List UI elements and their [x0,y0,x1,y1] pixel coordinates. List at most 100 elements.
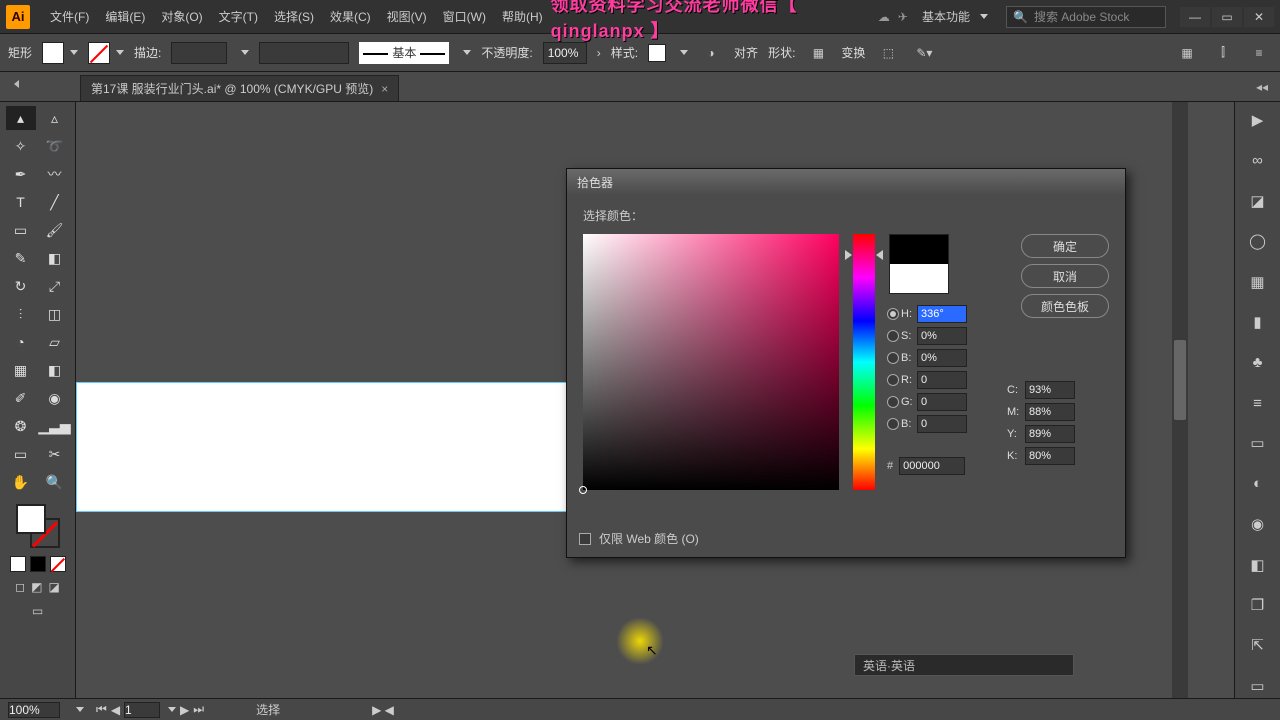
rotate-tool[interactable]: ↻ [6,274,36,298]
draw-behind-icon[interactable]: ◩ [31,580,42,594]
color-swatches-button[interactable]: 颜色色板 [1021,294,1109,318]
menu-type[interactable]: 文字(T) [211,8,266,25]
slice-tool[interactable]: ✂ [40,442,70,466]
layers-panel-icon[interactable]: ❐ [1245,593,1271,617]
web-colors-checkbox[interactable] [579,533,591,545]
list-icon[interactable]: ≡ [1246,40,1272,66]
color-panel-icon[interactable]: ◪ [1245,189,1271,213]
green-input[interactable] [917,393,967,411]
brushes-panel-icon[interactable]: ▮ [1245,310,1271,334]
ime-status-bar[interactable]: 英语·英语 [854,654,1074,676]
current-color-preview[interactable] [890,264,948,293]
mesh-tool[interactable]: ▦ [6,358,36,382]
cyan-input[interactable] [1025,381,1075,399]
transform-link[interactable]: 变换 [841,44,865,61]
type-tool[interactable]: T [6,190,36,214]
panel-collapse-icon[interactable]: ◂◂ [1256,80,1268,94]
menu-file[interactable]: 文件(F) [42,8,97,25]
brush-preset-dropdown[interactable]: 基本 [359,42,449,64]
hand-tool[interactable]: ✋ [6,470,36,494]
hue-radio[interactable] [887,308,899,320]
fill-stroke-indicator[interactable] [16,504,60,548]
eyedropper-tool[interactable]: ✐ [6,386,36,410]
scrollbar-thumb[interactable] [1174,340,1186,420]
eraser-tool[interactable]: ◧ [40,246,70,270]
rectangle-tool[interactable]: ▭ [6,218,36,242]
red-input[interactable] [917,371,967,389]
fill-swatch-control[interactable] [42,42,78,64]
saturation-brightness-field[interactable] [583,234,839,490]
saturation-radio[interactable] [887,330,899,342]
recolor-icon[interactable]: ◑ [698,40,724,66]
paintbrush-tool[interactable]: 🖌 [40,218,70,242]
stroke-swatch-control[interactable] [88,42,124,64]
shape-link[interactable]: 形状: [768,44,795,61]
document-tab[interactable]: 第17课 服装行业门头.ai* @ 100% (CMYK/GPU 预览) × [80,75,399,101]
zoom-tool[interactable]: 🔍 [40,470,70,494]
stock-search-input[interactable]: 🔍 搜索 Adobe Stock [1006,6,1166,28]
window-maximize-button[interactable]: ▭ [1212,7,1242,27]
appearance-panel-icon[interactable]: ◉ [1245,512,1271,536]
black-input[interactable] [1025,447,1075,465]
pen-tool[interactable]: ✒ [6,162,36,186]
libraries-panel-icon[interactable]: ∞ [1245,148,1271,172]
menu-effect[interactable]: 效果(C) [322,8,379,25]
menu-edit[interactable]: 编辑(E) [97,8,153,25]
saturation-input[interactable] [917,327,967,345]
curvature-tool[interactable]: 〰 [40,162,70,186]
menu-window[interactable]: 窗口(W) [435,8,494,25]
menu-select[interactable]: 选择(S) [266,8,322,25]
blue-input[interactable] [917,415,967,433]
window-minimize-button[interactable]: — [1180,7,1210,27]
align-label[interactable]: 对齐 [734,44,758,61]
workspace-switcher[interactable]: 基本功能 [912,8,998,25]
artboards-panel-icon[interactable]: ▭ [1245,674,1271,698]
stroke-weight-input[interactable] [171,42,227,64]
artboard-tool[interactable]: ▭ [6,442,36,466]
gradient-mode-button[interactable] [30,556,46,572]
dialog-title-bar[interactable]: 拾色器 [567,169,1125,195]
hex-input[interactable] [899,457,965,475]
symbols-panel-icon[interactable]: ♣ [1245,350,1271,374]
plane-icon[interactable]: ✈ [894,10,912,24]
perspective-tool[interactable]: ▱ [40,330,70,354]
brightness-radio[interactable] [887,352,899,364]
edit-icon[interactable]: ✎▾ [911,40,937,66]
style-swatch[interactable] [648,44,666,62]
line-tool[interactable]: ╱ [40,190,70,214]
selection-tool[interactable]: ▴ [6,106,36,130]
menu-help[interactable]: 帮助(H) [494,8,551,25]
arrange-icon[interactable]: ⫿ [1210,40,1236,66]
lasso-tool[interactable]: ➰ [40,134,70,158]
gradient-panel-icon[interactable]: ▭ [1245,431,1271,455]
brightness-input[interactable] [917,349,967,367]
graph-tool[interactable]: ▁▃▅ [40,414,70,438]
magenta-input[interactable] [1025,403,1075,421]
swatches-panel-icon[interactable]: ▦ [1245,270,1271,294]
free-transform-tool[interactable]: ◫ [40,302,70,326]
none-mode-button[interactable] [50,556,66,572]
close-icon[interactable]: × [381,82,388,96]
color-marker[interactable] [579,486,587,494]
asset-export-icon[interactable]: ⇱ [1245,633,1271,657]
yellow-input[interactable] [1025,425,1075,443]
menu-view[interactable]: 视图(V) [379,8,435,25]
hue-slider[interactable] [853,234,875,490]
artboard-navigator[interactable]: ⏮◀ ▶⏭ [96,702,204,718]
stroke-profile-input[interactable] [259,42,349,64]
window-close-button[interactable]: ✕ [1244,7,1274,27]
draw-normal-icon[interactable]: ◻ [15,580,25,594]
magic-wand-tool[interactable]: ✧ [6,134,36,158]
zoom-input[interactable] [8,702,60,718]
hue-input[interactable] [917,305,967,323]
selected-rectangle[interactable] [76,382,626,512]
red-radio[interactable] [887,374,899,386]
transparency-panel-icon[interactable]: ◐ [1245,472,1271,496]
color-mode-button[interactable] [10,556,26,572]
shaper-tool[interactable]: ✎ [6,246,36,270]
menu-object[interactable]: 对象(O) [153,8,210,25]
screen-mode-button[interactable]: ▭ [32,604,43,618]
cloud-icon[interactable]: ☁ [874,10,894,24]
green-radio[interactable] [887,396,899,408]
draw-inside-icon[interactable]: ◪ [48,580,59,594]
